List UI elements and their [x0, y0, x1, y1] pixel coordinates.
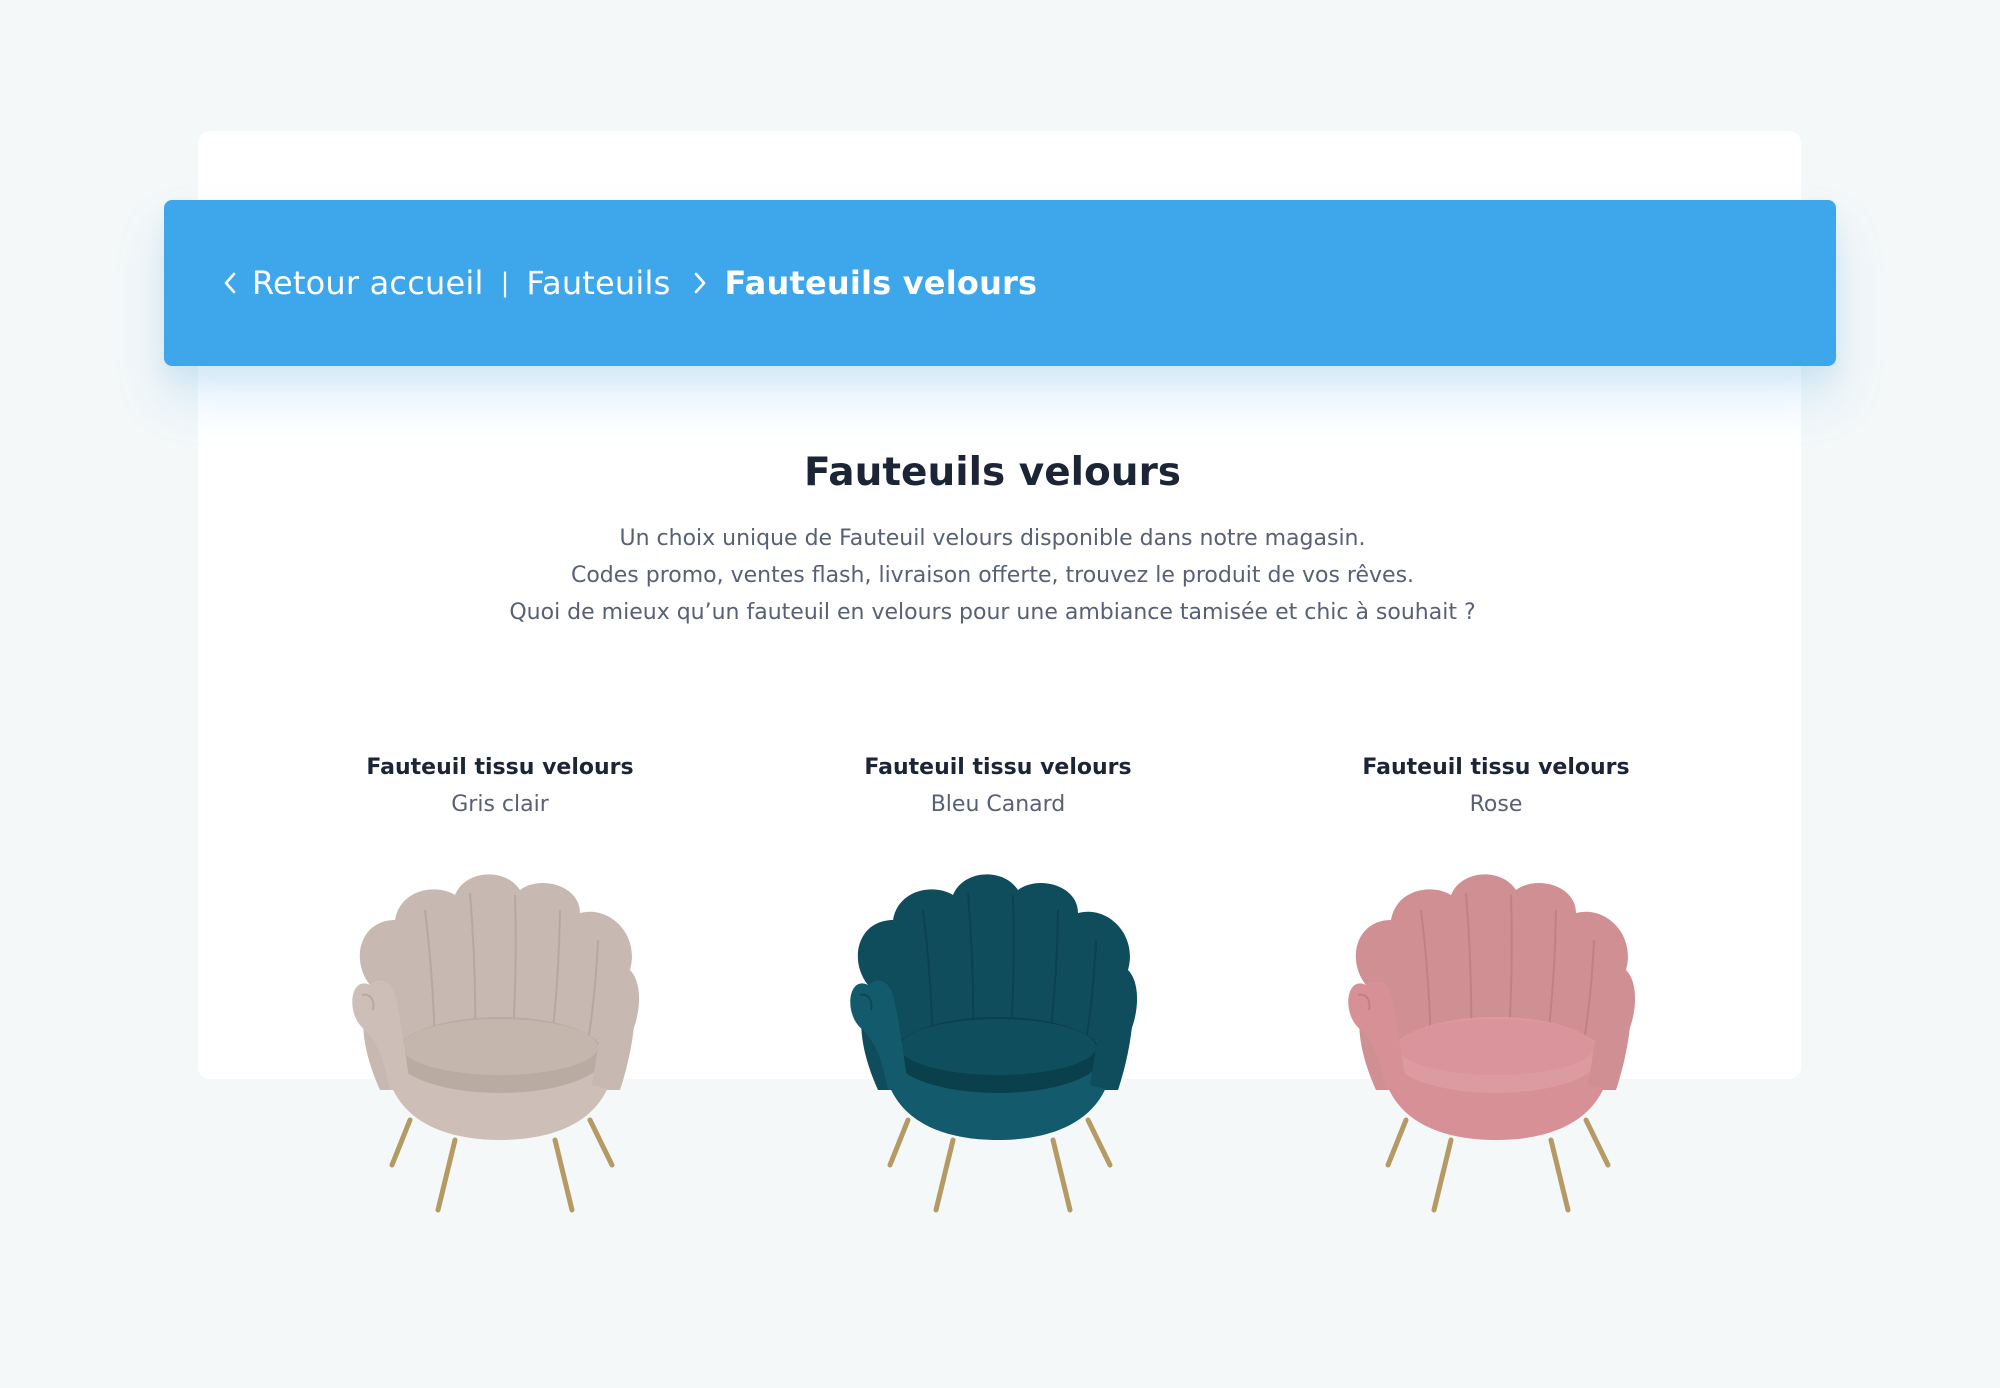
product-color: Gris clair — [451, 792, 549, 817]
description-line: Quoi de mieux qu’un fauteuil en velours … — [509, 600, 1476, 625]
description-line: Codes promo, ventes flash, livraison off… — [570, 563, 1415, 588]
chevron-right-icon — [688, 263, 712, 303]
product-card[interactable]: Fauteuil tissu velours Bleu Canard — [788, 750, 1208, 1213]
product-card[interactable]: Fauteuil tissu velours Rose — [1286, 750, 1706, 1213]
product-image-chair[interactable] — [340, 865, 660, 1235]
category-description: Un choix unique de Fauteuil velours disp… — [0, 520, 1985, 631]
product-name[interactable]: Fauteuil tissu velours — [1286, 750, 1706, 786]
page-title: Fauteuils velours — [803, 450, 1182, 495]
breadcrumb-item-fauteuils[interactable]: Fauteuils — [526, 264, 670, 302]
chevron-left-icon[interactable] — [218, 263, 242, 303]
product-image-chair[interactable] — [838, 865, 1158, 1235]
back-home-link[interactable]: Retour accueil — [252, 264, 484, 302]
product-image-chair[interactable] — [1336, 865, 1656, 1235]
product-color: Rose — [1469, 792, 1523, 817]
breadcrumb: Retour accueil | Fauteuils Fauteuils vel… — [164, 200, 1836, 366]
product-name[interactable]: Fauteuil tissu velours — [788, 750, 1208, 786]
product-color: Bleu Canard — [930, 792, 1066, 817]
product-card[interactable]: Fauteuil tissu velours Gris clair — [290, 750, 710, 1213]
product-name[interactable]: Fauteuil tissu velours — [290, 750, 710, 786]
breadcrumb-separator: | — [500, 268, 510, 298]
description-line: Un choix unique de Fauteuil velours disp… — [619, 526, 1366, 551]
breadcrumb-current: Fauteuils velours — [724, 264, 1038, 302]
